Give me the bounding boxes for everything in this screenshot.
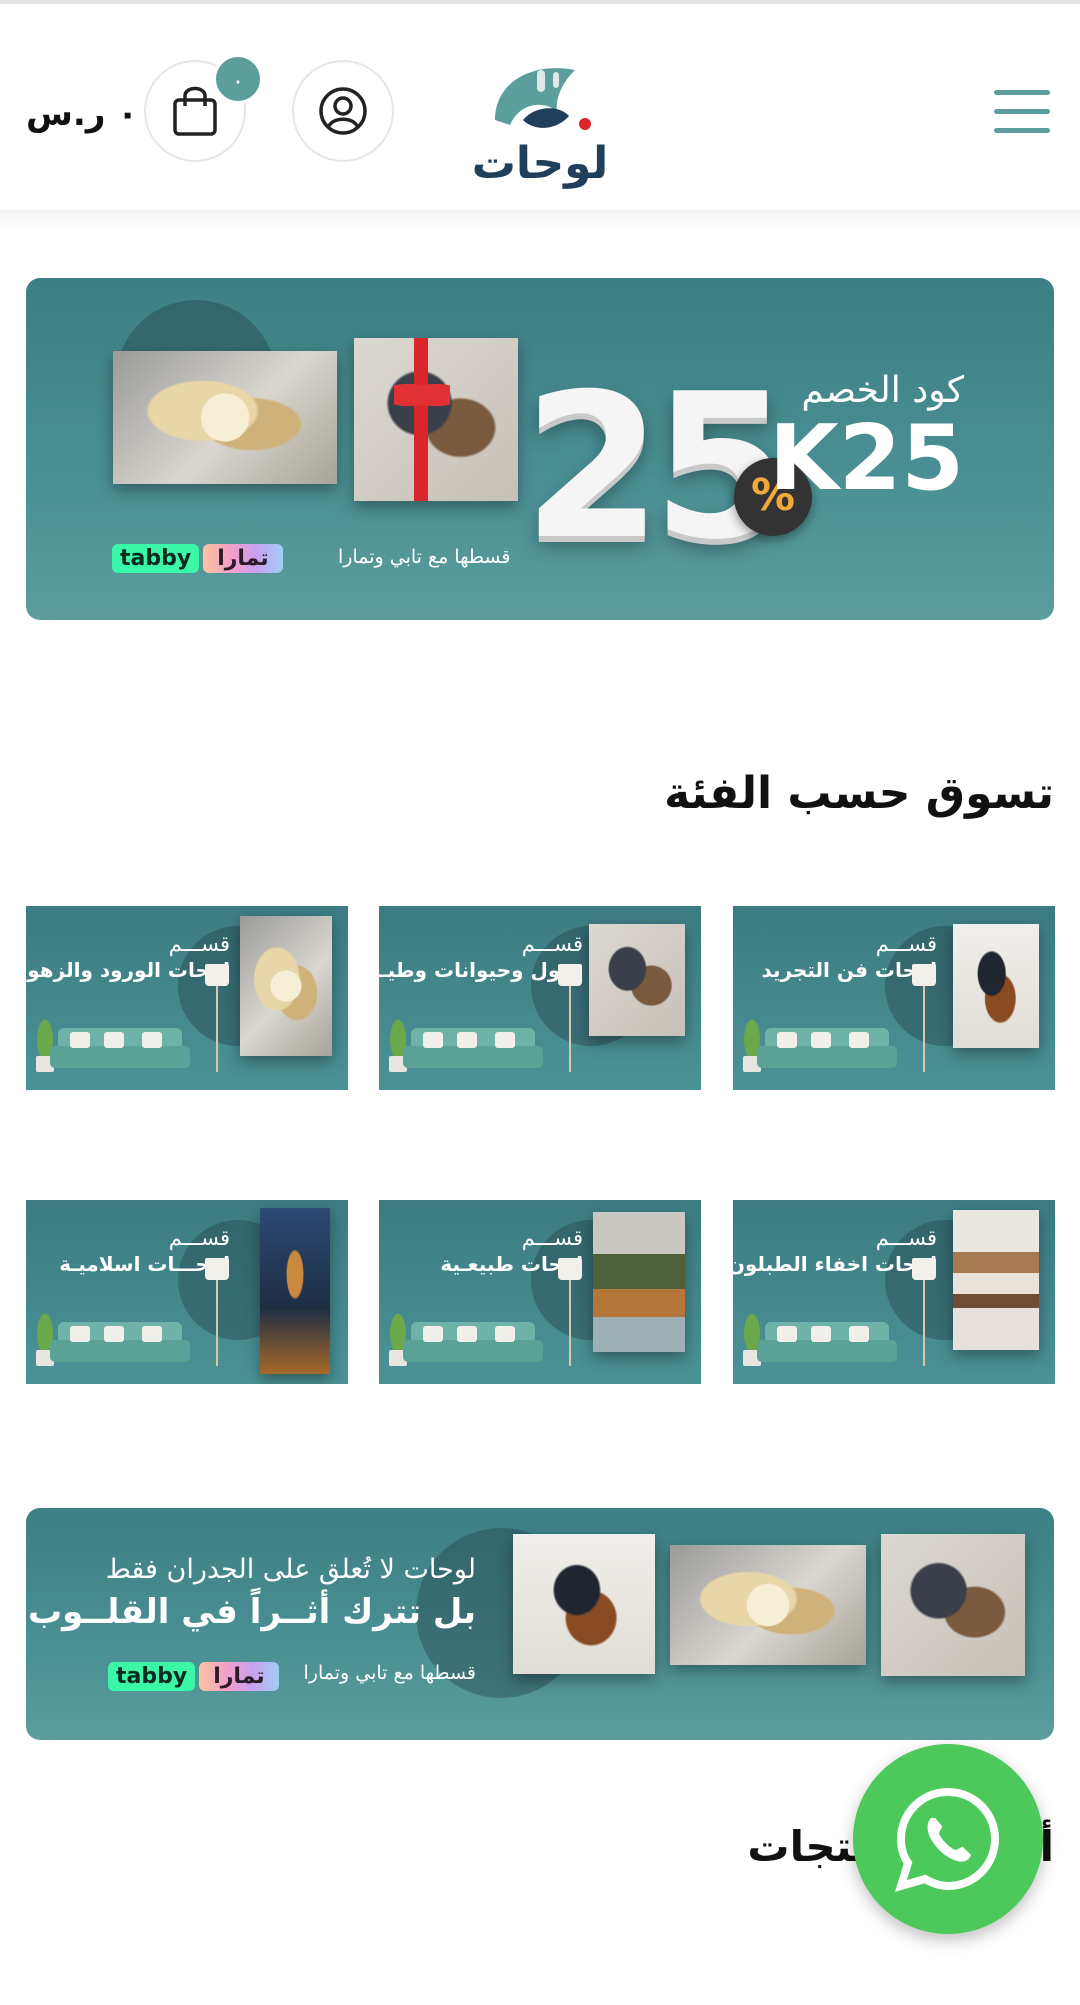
category-card-flowers[interactable]: قســـم لوحات الورود والزهور (26, 906, 348, 1090)
category-label: لوحات اخفاء الطبلون (733, 1252, 937, 1276)
tabby-logo: tabby (112, 544, 200, 573)
promo-banner[interactable]: لوحات لا تُعلق على الجدران فقط بل تترك أ… (26, 1508, 1054, 1740)
lamp-decor (909, 964, 939, 1074)
hero-discount-banner[interactable]: 25 % كود الخصم K25 قسطها مع تابي وتمارا … (26, 278, 1054, 620)
ribbon-decor (414, 338, 428, 501)
installment-text: قسطها مع تابي وتمارا (303, 1662, 476, 1684)
site-logo[interactable]: لوحات (465, 50, 615, 200)
category-card-panel-cover[interactable]: قســـم لوحات اخفاء الطبلون (733, 1200, 1055, 1384)
category-image (953, 924, 1039, 1048)
tamara-logo: تمارا (199, 1662, 279, 1691)
header-shadow (0, 210, 1080, 230)
category-card-islamic[interactable]: قســـم لوحـــات اسلاميـة (26, 1200, 348, 1384)
lamp-decor (202, 964, 232, 1074)
horse-painting-image (881, 1534, 1025, 1676)
discount-code-value: K25 (769, 406, 964, 511)
horse-painting-image (354, 338, 518, 501)
top-divider (0, 0, 1080, 4)
sofa-decor (403, 1322, 543, 1366)
category-image (240, 916, 332, 1056)
category-kicker: قســـم (521, 1226, 583, 1250)
lamp-decor (555, 964, 585, 1074)
category-kicker: قســـم (875, 1226, 937, 1250)
category-label: لوحات الورود والزهور (26, 958, 230, 982)
payment-badges: tabby تمارا (108, 1662, 279, 1691)
lamp-decor (909, 1258, 939, 1368)
lamp-decor (202, 1258, 232, 1368)
account-button[interactable] (292, 60, 394, 162)
payment-badges: tabby تمارا (112, 544, 283, 573)
abstract-painting-image (513, 1534, 655, 1674)
category-card-abstract[interactable]: قســـم لوحات فن التجريد (733, 906, 1055, 1090)
installment-text: قسطها مع تابي وتمارا (338, 546, 511, 568)
category-card-horses[interactable]: قســـم خيول وحيوانات وطيـور (379, 906, 701, 1090)
hamburger-icon[interactable] (994, 90, 1050, 136)
category-kicker: قســـم (875, 932, 937, 956)
promo-headline: لوحات لا تُعلق على الجدران فقط (105, 1554, 476, 1585)
section-title-categories: تسوق حسب الفئة (664, 768, 1054, 819)
cart-total[interactable]: ٠ ر.س (26, 94, 138, 134)
user-icon (319, 87, 367, 135)
category-card-nature[interactable]: قســـم لوحات طبيعـية (379, 1200, 701, 1384)
discount-code-label: كود الخصم (801, 370, 964, 411)
tabby-logo: tabby (108, 1662, 196, 1691)
category-kicker: قســـم (521, 932, 583, 956)
sofa-decor (50, 1322, 190, 1366)
category-image (589, 924, 685, 1036)
category-label: خيول وحيوانات وطيـور (379, 958, 583, 982)
sofa-decor (403, 1028, 543, 1072)
whatsapp-icon (895, 1787, 1000, 1892)
tamara-logo: تمارا (203, 544, 283, 573)
logo-text: لوحات (472, 138, 609, 189)
promo-subheadline: بل تترك أثــراً في القلــوب (27, 1592, 476, 1632)
category-kicker: قســـم (168, 932, 230, 956)
sofa-decor (757, 1028, 897, 1072)
flower-painting-image (670, 1545, 866, 1665)
site-header: لوحات ٠ ٠ ر.س (0, 30, 1080, 210)
whatsapp-button[interactable] (853, 1744, 1043, 1934)
lamp-decor (555, 1258, 585, 1368)
category-image (593, 1212, 685, 1352)
category-kicker: قســـم (168, 1226, 230, 1250)
cart-count-badge: ٠ (213, 54, 263, 104)
category-image (260, 1208, 330, 1374)
shopping-bag-icon (173, 86, 217, 136)
flower-painting-image (113, 351, 337, 484)
discount-number: 25 (523, 351, 791, 584)
bow-decor (394, 378, 450, 412)
category-image (953, 1210, 1039, 1350)
sofa-decor (757, 1322, 897, 1366)
sofa-decor (50, 1028, 190, 1072)
